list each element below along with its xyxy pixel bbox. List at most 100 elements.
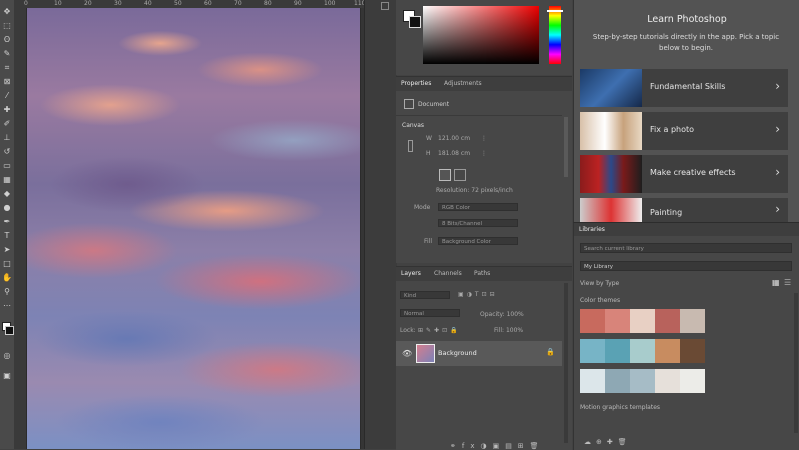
dodge-tool-icon[interactable]: ● bbox=[1, 202, 13, 214]
move-tool-icon[interactable]: ✥ bbox=[1, 6, 13, 18]
brush-tool-icon[interactable]: ✐ bbox=[1, 118, 13, 130]
panel-dock-strip bbox=[364, 0, 397, 449]
tab-adjustments[interactable]: Adjustments bbox=[444, 80, 482, 87]
blur-tool-icon[interactable]: ◆ bbox=[1, 188, 13, 200]
tab-channels[interactable]: Channels bbox=[434, 270, 462, 277]
pen-tool-icon[interactable]: ✒ bbox=[1, 216, 13, 228]
layer-thumbnail bbox=[416, 344, 435, 363]
height-label: H bbox=[426, 150, 431, 157]
color-swatch[interactable] bbox=[630, 369, 655, 393]
library-select[interactable]: My Library bbox=[580, 261, 792, 271]
color-swatch[interactable] bbox=[655, 309, 680, 333]
learn-title: Learn Photoshop bbox=[647, 14, 727, 25]
rectangle-tool-icon[interactable]: □ bbox=[1, 258, 13, 270]
color-swatch[interactable] bbox=[580, 309, 605, 333]
learn-card-creative[interactable]: Make creative effects › bbox=[580, 155, 788, 193]
fill-field[interactable]: Fill: 100% bbox=[494, 327, 523, 334]
color-swatch[interactable] bbox=[655, 369, 680, 393]
height-value[interactable]: 181.08 cm bbox=[438, 150, 470, 157]
color-swatch[interactable] bbox=[630, 309, 655, 333]
color-picker-field[interactable] bbox=[423, 6, 539, 64]
width-unit-menu[interactable]: ⋮ bbox=[481, 135, 487, 142]
tab-properties[interactable]: Properties bbox=[401, 80, 431, 87]
properties-scrollbar[interactable] bbox=[564, 117, 568, 177]
learn-card-fix-photo[interactable]: Fix a photo › bbox=[580, 112, 788, 150]
color-swatch[interactable] bbox=[580, 339, 605, 363]
bit-depth-select[interactable]: 8 Bits/Channel bbox=[438, 219, 518, 227]
layers-panel: Layers Channels Paths Kind ▣◑T⊡⊟ Normal … bbox=[396, 266, 572, 450]
path-select-tool-icon[interactable]: ➤ bbox=[1, 244, 13, 256]
healing-tool-icon[interactable]: ✚ bbox=[1, 104, 13, 116]
chevron-right-icon: › bbox=[775, 122, 780, 136]
list-view-icon[interactable]: ☰ bbox=[784, 278, 791, 287]
screen-mode-icon[interactable]: ▣ bbox=[1, 370, 13, 382]
type-tool-icon[interactable]: T bbox=[1, 230, 13, 242]
color-swatch[interactable] bbox=[605, 369, 630, 393]
layer-name[interactable]: Background bbox=[438, 349, 477, 357]
link-icon[interactable] bbox=[408, 140, 413, 152]
card-label: Make creative effects bbox=[650, 168, 736, 177]
library-search-input[interactable]: Search current library bbox=[580, 243, 792, 253]
color-swatch[interactable] bbox=[580, 369, 605, 393]
motion-templates-link[interactable]: Motion graphics templates bbox=[580, 404, 660, 411]
layer-filter-icons[interactable]: ▣◑T⊡⊟ bbox=[458, 291, 498, 298]
fill-select[interactable]: Background Color bbox=[438, 237, 518, 245]
stamp-tool-icon[interactable]: ⊥ bbox=[1, 132, 13, 144]
canvas-image[interactable] bbox=[27, 8, 360, 449]
zoom-tool-icon[interactable]: ⚲ bbox=[1, 286, 13, 298]
color-swatch[interactable] bbox=[680, 309, 705, 333]
color-swatch[interactable] bbox=[630, 339, 655, 363]
tab-paths[interactable]: Paths bbox=[474, 270, 490, 277]
lasso-tool-icon[interactable]: ʘ bbox=[1, 34, 13, 46]
quick-mask-icon[interactable]: ◎ bbox=[1, 350, 13, 362]
color-swatch[interactable] bbox=[605, 309, 630, 333]
opacity-field[interactable]: Opacity: 100% bbox=[480, 311, 524, 318]
library-actions-bar[interactable]: ☁⊕✚🗑 bbox=[584, 438, 632, 446]
eyedropper-tool-icon[interactable]: ⁄ bbox=[1, 90, 13, 102]
color-swatch[interactable] bbox=[655, 339, 680, 363]
color-themes-header[interactable]: Color themes bbox=[580, 297, 620, 304]
card-label: Fundamental Skills bbox=[650, 82, 726, 91]
blend-mode-select[interactable]: Normal bbox=[400, 309, 460, 317]
resolution-text: Resolution: 72 pixels/inch bbox=[436, 187, 513, 194]
vertical-ruler bbox=[14, 8, 26, 449]
landscape-icon[interactable] bbox=[454, 169, 466, 181]
color-swatch[interactable] bbox=[605, 339, 630, 363]
history-brush-tool-icon[interactable]: ↺ bbox=[1, 146, 13, 158]
crop-tool-icon[interactable]: ⌗ bbox=[1, 62, 13, 74]
visibility-eye-icon[interactable]: 👁 bbox=[402, 349, 412, 358]
background-swatch[interactable] bbox=[409, 16, 421, 28]
ruler-tick: 30 bbox=[114, 0, 122, 7]
layer-row-background[interactable]: 👁 Background 🔒 bbox=[396, 341, 562, 366]
quick-select-tool-icon[interactable]: ✎ bbox=[1, 48, 13, 60]
dock-icon[interactable] bbox=[381, 2, 389, 10]
more-tools-icon[interactable]: ⋯ bbox=[1, 300, 13, 312]
libraries-scrollbar[interactable] bbox=[794, 293, 798, 433]
marquee-tool-icon[interactable]: ⬚ bbox=[1, 20, 13, 32]
layer-kind-filter[interactable]: Kind bbox=[400, 291, 450, 299]
hue-slider[interactable] bbox=[549, 6, 561, 64]
background-color-icon[interactable] bbox=[5, 326, 14, 335]
learn-card-painting[interactable]: Painting › bbox=[580, 198, 788, 222]
width-label: W bbox=[426, 135, 432, 142]
view-by-type[interactable]: View by Type bbox=[580, 280, 619, 287]
lock-icons[interactable]: ⊞✎✚⊡🔒 bbox=[418, 327, 461, 334]
libraries-title[interactable]: Libraries bbox=[579, 226, 605, 233]
layers-tabbar: Layers Channels Paths bbox=[396, 267, 572, 281]
ruler-tick: 0 bbox=[24, 0, 28, 7]
hue-slider-handle[interactable] bbox=[547, 10, 563, 12]
height-unit-menu[interactable]: ⋮ bbox=[481, 150, 487, 157]
mode-select[interactable]: RGB Color bbox=[438, 203, 518, 211]
grid-view-icon[interactable]: ▦ bbox=[772, 278, 780, 287]
color-swatch[interactable] bbox=[680, 369, 705, 393]
width-value[interactable]: 121.00 cm bbox=[438, 135, 470, 142]
color-swatch[interactable] bbox=[680, 339, 705, 363]
portrait-icon[interactable] bbox=[439, 169, 451, 181]
eraser-tool-icon[interactable]: ▭ bbox=[1, 160, 13, 172]
layers-scrollbar[interactable] bbox=[564, 283, 568, 443]
gradient-tool-icon[interactable]: ▦ bbox=[1, 174, 13, 186]
learn-card-fundamental[interactable]: Fundamental Skills › bbox=[580, 69, 788, 107]
tab-layers[interactable]: Layers bbox=[401, 270, 421, 277]
hand-tool-icon[interactable]: ✋ bbox=[1, 272, 13, 284]
frame-tool-icon[interactable]: ⊠ bbox=[1, 76, 13, 88]
